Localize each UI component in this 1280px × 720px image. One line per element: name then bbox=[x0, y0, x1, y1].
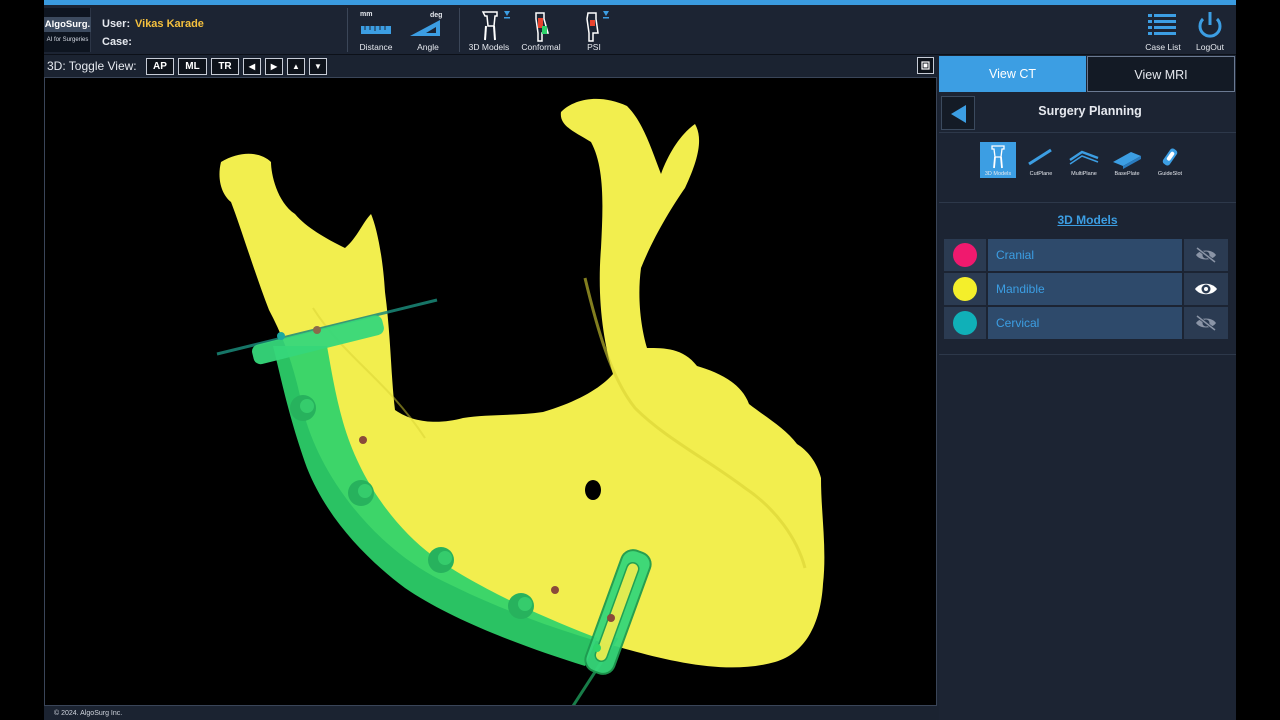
back-button[interactable] bbox=[941, 96, 975, 130]
user-name: Vikas Karade bbox=[135, 18, 204, 30]
visibility-toggle[interactable] bbox=[1184, 239, 1228, 271]
rotate-left-button[interactable]: ◀ bbox=[243, 58, 261, 75]
planning-tool-label: CutPlane bbox=[1029, 171, 1053, 177]
planning-tool-multiplane[interactable]: MultiPlane bbox=[1066, 142, 1102, 178]
planning-tool-cutplane[interactable]: CutPlane bbox=[1023, 142, 1059, 178]
view-ml-button[interactable]: ML bbox=[178, 58, 207, 75]
copyright-text: © 2024. AlgoSurg Inc. bbox=[54, 710, 123, 717]
3d-models-tool-button[interactable]: 3D Models bbox=[466, 8, 512, 54]
distance-tool-button[interactable]: mm Distance bbox=[352, 8, 400, 54]
eye-hidden-icon bbox=[1196, 314, 1216, 332]
model-name[interactable]: Mandible bbox=[988, 273, 1182, 305]
rotate-right-button[interactable]: ▶ bbox=[265, 58, 283, 75]
color-swatch bbox=[953, 277, 977, 301]
logo: AlgoSurg. AI for Surgeries bbox=[44, 8, 91, 52]
eye-hidden-icon bbox=[1196, 246, 1216, 264]
tab-view-ct[interactable]: View CT bbox=[939, 56, 1086, 92]
case-list-label: Case List bbox=[1145, 42, 1181, 52]
visibility-toggle[interactable] bbox=[1184, 273, 1228, 305]
tab-view-mri[interactable]: View MRI bbox=[1087, 56, 1235, 92]
angle-label: Angle bbox=[417, 42, 439, 52]
section-title-3d-models[interactable]: 3D Models bbox=[939, 213, 1236, 227]
panel-divider bbox=[939, 202, 1236, 203]
logout-button[interactable]: LogOut bbox=[1190, 8, 1230, 54]
rotate-up-button[interactable]: ▲ bbox=[287, 58, 305, 75]
header-divider bbox=[459, 8, 460, 52]
header-divider bbox=[347, 8, 348, 52]
rotate-down-button[interactable]: ▼ bbox=[309, 58, 327, 75]
header: AlgoSurg. AI for Surgeries User: Vikas Ka… bbox=[44, 5, 1236, 55]
distance-label: Distance bbox=[359, 42, 393, 52]
planning-tool-label: 3D Models bbox=[984, 171, 1012, 177]
viewer-toolbar: 3D: Toggle View: AP ML TR ◀ ▶ ▲ ▼ bbox=[44, 56, 937, 77]
mandible-3d-render bbox=[216, 98, 825, 705]
psi-label: PSI bbox=[587, 42, 601, 52]
model-name[interactable]: Cervical bbox=[988, 307, 1182, 339]
user-label: User: bbox=[102, 18, 131, 30]
back-arrow-icon bbox=[951, 105, 966, 123]
conformal-tool-button[interactable]: Conformal bbox=[516, 8, 566, 54]
maximize-viewer-button[interactable] bbox=[917, 57, 934, 74]
visibility-toggle[interactable] bbox=[1184, 307, 1228, 339]
planning-tool-3d-models[interactable]: 3D Models bbox=[980, 142, 1016, 178]
3d-models-label: 3D Models bbox=[468, 42, 510, 52]
app-window: AlgoSurg. AI for Surgeries User: Vikas Ka… bbox=[44, 0, 1236, 720]
angle-tool-button[interactable]: deg Angle bbox=[404, 8, 452, 54]
model-row-mandible: Mandible bbox=[944, 273, 1229, 305]
model-name[interactable]: Cranial bbox=[988, 239, 1182, 271]
planning-tool-label: GuideSlot bbox=[1157, 171, 1183, 177]
view-ap-button[interactable]: AP bbox=[146, 58, 174, 75]
panel-divider bbox=[939, 354, 1236, 355]
color-swatch-box[interactable] bbox=[944, 307, 986, 339]
panel-title: Surgery Planning bbox=[1038, 104, 1142, 118]
maximize-icon bbox=[921, 61, 930, 70]
model-row-cranial: Cranial bbox=[944, 239, 1229, 271]
view-tr-button[interactable]: TR bbox=[211, 58, 239, 75]
color-swatch bbox=[953, 311, 977, 335]
3d-viewport[interactable] bbox=[44, 77, 937, 706]
planning-tool-label: BasePlate bbox=[1114, 171, 1140, 177]
logo-tagline: AI for Surgeries bbox=[46, 37, 89, 43]
model-row-cervical: Cervical bbox=[944, 307, 1229, 339]
psi-tool-button[interactable]: PSI bbox=[574, 8, 614, 54]
planning-tool-guideslot[interactable]: GuideSlot bbox=[1152, 142, 1188, 178]
planning-tool-label: MultiPlane bbox=[1071, 171, 1097, 177]
conformal-label: Conformal bbox=[521, 42, 561, 52]
logo-text: AlgoSurg. bbox=[44, 17, 91, 32]
case-list-button[interactable]: Case List bbox=[1140, 8, 1186, 54]
eye-visible-icon bbox=[1195, 283, 1217, 295]
planning-tool-baseplate[interactable]: BasePlate bbox=[1109, 142, 1145, 178]
logout-label: LogOut bbox=[1196, 42, 1224, 52]
panel-divider bbox=[939, 132, 1236, 133]
color-swatch bbox=[953, 243, 977, 267]
right-panel: View CT View MRI Surgery Planning 3D Mod… bbox=[939, 56, 1236, 720]
viewer-title: 3D: Toggle View: bbox=[47, 59, 137, 73]
color-swatch-box[interactable] bbox=[944, 239, 986, 271]
user-info: User: Vikas Karade Case: bbox=[102, 15, 204, 51]
case-label: Case: bbox=[102, 36, 132, 48]
color-swatch-box[interactable] bbox=[944, 273, 986, 305]
